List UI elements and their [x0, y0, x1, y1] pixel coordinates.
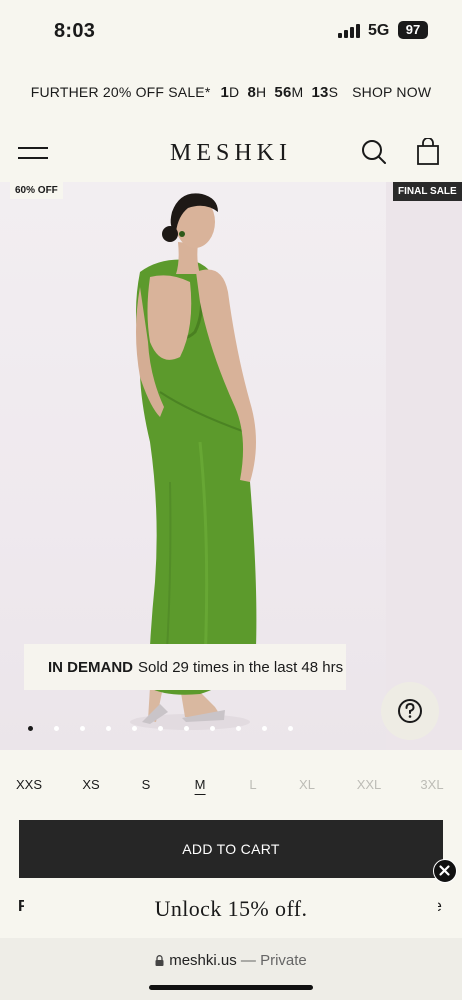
- carousel-dot[interactable]: [210, 726, 215, 731]
- carousel-dot[interactable]: [236, 726, 241, 731]
- close-icon: [439, 865, 450, 876]
- status-time: 8:03: [54, 20, 96, 42]
- carousel-dot[interactable]: [106, 726, 111, 731]
- carousel-dot[interactable]: [288, 726, 293, 731]
- promo-banner[interactable]: FURTHER 20% OFF SALE* 1D 8H 56M 13S SHOP…: [0, 62, 462, 122]
- add-to-cart-button[interactable]: ADD TO CART: [19, 820, 443, 878]
- size-option-3xl[interactable]: 3XL: [420, 777, 443, 792]
- discount-badge: 60% OFF: [10, 182, 63, 199]
- status-bar: 8:03 5G 97: [0, 0, 462, 62]
- search-icon[interactable]: [361, 139, 387, 165]
- promo-countdown: 1D 8H 56M 13S: [220, 83, 339, 101]
- size-option-xl[interactable]: XL: [299, 777, 315, 792]
- size-selector: XXS XS S M L XL XXL 3XL: [0, 765, 462, 805]
- carousel-dot[interactable]: [28, 726, 33, 731]
- home-indicator[interactable]: [149, 985, 313, 990]
- size-option-xxs[interactable]: XXS: [16, 777, 42, 792]
- size-option-s[interactable]: S: [142, 777, 151, 792]
- unlock-discount-popup[interactable]: Unlock 15% off.: [24, 880, 438, 938]
- in-demand-label: IN DEMAND: [48, 658, 133, 676]
- url-separator: —: [236, 952, 261, 969]
- carousel-dot[interactable]: [54, 726, 59, 731]
- final-sale-badge: FINAL SALE: [393, 182, 462, 201]
- lock-icon: [155, 955, 164, 966]
- in-demand-banner: IN DEMAND Sold 29 times in the last 48 h…: [24, 644, 346, 690]
- help-button[interactable]: [381, 682, 439, 740]
- browser-url-bar[interactable]: meshki.us — Private: [0, 938, 462, 1000]
- carousel-dot[interactable]: [80, 726, 85, 731]
- battery-icon: 97: [398, 21, 428, 39]
- url-display[interactable]: meshki.us — Private: [0, 952, 462, 969]
- size-option-l[interactable]: L: [249, 777, 256, 792]
- carousel-dot[interactable]: [132, 726, 137, 731]
- carousel-dot[interactable]: [184, 726, 189, 731]
- site-header: MESHKI: [0, 122, 462, 182]
- close-popup-button[interactable]: [433, 859, 457, 883]
- product-image-carousel[interactable]: 60% OFF FINAL SALE IN DEMAND Sold 29 tim…: [0, 182, 462, 750]
- carousel-dot[interactable]: [158, 726, 163, 731]
- size-option-m[interactable]: M: [194, 777, 206, 795]
- size-option-xxl[interactable]: XXL: [357, 777, 382, 792]
- url-domain: meshki.us: [169, 952, 237, 969]
- promo-text: FURTHER 20% OFF SALE*: [30, 84, 211, 100]
- signal-icon: [338, 24, 362, 38]
- size-option-xs[interactable]: XS: [82, 777, 99, 792]
- question-icon: [398, 699, 422, 723]
- private-mode-label: Private: [260, 952, 307, 969]
- shop-now-link[interactable]: SHOP NOW: [352, 84, 431, 100]
- in-demand-text: Sold 29 times in the last 48 hrs: [138, 658, 344, 676]
- network-label: 5G: [368, 22, 390, 39]
- shopping-bag-icon[interactable]: [416, 138, 440, 166]
- site-logo[interactable]: MESHKI: [0, 140, 462, 167]
- carousel-dot[interactable]: [262, 726, 267, 731]
